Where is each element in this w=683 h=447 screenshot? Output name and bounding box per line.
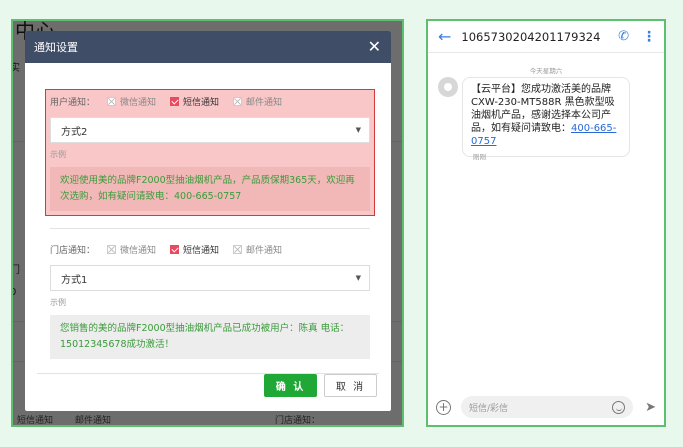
select-value: 方式1 xyxy=(61,274,88,286)
select-value: 方式2 xyxy=(61,126,88,138)
user-template-select[interactable]: 方式2 ▼ xyxy=(50,117,370,143)
back-arrow-icon[interactable]: ← xyxy=(438,27,451,46)
emoji-icon[interactable] xyxy=(612,400,626,414)
chevron-down-icon: ▼ xyxy=(355,274,361,282)
email-checkbox[interactable] xyxy=(233,245,243,254)
user-sms-option[interactable]: 短信通知 xyxy=(170,95,219,108)
more-vertical-icon[interactable]: ⋮ xyxy=(642,29,656,45)
store-wechat-option[interactable]: 微信通知 xyxy=(107,243,156,256)
send-icon[interactable]: ➤ xyxy=(645,400,656,415)
sms-checkbox[interactable] xyxy=(170,245,180,254)
notification-settings-dialog: 通知设置 ✕ 用户通知： 微信通知 短信通知 邮件通知 方式2 ▼ 示例 欢迎使… xyxy=(25,31,391,411)
store-notification-row: 门店通知： 微信通知 短信通知 邮件通知 xyxy=(50,243,370,256)
dialog-title: 通知设置 xyxy=(34,41,78,54)
store-template-select[interactable]: 方式1 ▼ xyxy=(50,265,370,291)
user-example-message: 欢迎使用美的品牌F2000型抽油烟机产品，产品质保期365天，欢迎再次选购，如有… xyxy=(50,167,370,211)
input-placeholder: 短信/彩信 xyxy=(469,403,509,414)
option-label: 邮件通知 xyxy=(246,98,283,108)
user-email-option[interactable]: 邮件通知 xyxy=(233,95,282,108)
dialog-footer: 确 认 取 消 xyxy=(264,374,377,397)
cancel-button[interactable]: 取 消 xyxy=(324,374,377,397)
message-bubble[interactable]: 【云平台】您成功激活美的品牌CXW-230-MT588R 黑色款型吸油烟机产品，… xyxy=(462,77,630,157)
message-time: 刚刚 xyxy=(473,153,486,161)
example-label: 示例 xyxy=(50,150,66,159)
add-icon[interactable]: + xyxy=(436,399,451,415)
wechat-checkbox[interactable] xyxy=(107,245,117,254)
sender-number: 1065730204201179324 xyxy=(461,29,601,44)
message-date: 今天星期六 xyxy=(529,67,563,75)
sms-input[interactable]: 短信/彩信 xyxy=(461,396,634,418)
store-notification-label: 门店通知： xyxy=(50,246,96,256)
user-notification-section: 用户通知： 微信通知 短信通知 邮件通知 方式2 ▼ 示例 欢迎使用美的品牌F2… xyxy=(45,89,375,216)
option-label: 短信通知 xyxy=(183,98,220,108)
option-label: 短信通知 xyxy=(183,246,220,256)
user-notification-row: 用户通知： 微信通知 短信通知 邮件通知 xyxy=(50,95,370,108)
person-icon xyxy=(444,83,452,91)
example-label: 示例 xyxy=(50,298,66,307)
message-row: 【云平台】您成功激活美的品牌CXW-230-MT588R 黑色款型吸油烟机产品，… xyxy=(438,77,630,157)
chevron-down-icon: ▼ xyxy=(355,126,361,134)
store-sms-option[interactable]: 短信通知 xyxy=(170,243,219,256)
user-notification-label: 用户通知： xyxy=(50,98,96,108)
admin-screenshot-panel: 中心 实 门 0 短信通知 邮件通知 门店通知： 通知设置 ✕ 用户通知： 微信… xyxy=(11,19,404,427)
option-label: 微信通知 xyxy=(120,98,157,108)
email-checkbox[interactable] xyxy=(233,97,243,106)
sms-checkbox[interactable] xyxy=(170,97,180,106)
background-bottom-row: 短信通知 邮件通知 门店通知： xyxy=(13,413,402,425)
store-example-message: 您销售的美的品牌F2000型抽油烟机产品已成功被用户：陈真 电话：1501234… xyxy=(50,315,370,359)
confirm-button[interactable]: 确 认 xyxy=(264,374,317,397)
dialog-header: 通知设置 ✕ xyxy=(25,31,391,63)
store-notification-section: 门店通知： 微信通知 短信通知 邮件通知 方式1 ▼ 示例 您销售的美的品牌F2… xyxy=(50,243,370,359)
background-bottom-text: 邮件通知 xyxy=(75,416,112,426)
section-divider xyxy=(50,228,370,229)
phone-icon[interactable]: ✆ xyxy=(618,29,629,44)
user-wechat-option[interactable]: 微信通知 xyxy=(107,95,156,108)
sms-header: ← 1065730204201179324 ✆ ⋮ xyxy=(428,21,664,53)
background-bottom-text: 短信通知 xyxy=(17,416,54,426)
wechat-checkbox[interactable] xyxy=(107,97,117,106)
close-icon[interactable]: ✕ xyxy=(368,39,381,55)
avatar[interactable] xyxy=(438,77,458,97)
option-label: 邮件通知 xyxy=(246,246,283,256)
background-bottom-text: 门店通知： xyxy=(275,416,321,426)
option-label: 微信通知 xyxy=(120,246,157,256)
store-email-option[interactable]: 邮件通知 xyxy=(233,243,282,256)
phone-sms-panel: ← 1065730204201179324 ✆ ⋮ 今天星期六 【云平台】您成功… xyxy=(426,19,666,427)
sms-input-bar: + 短信/彩信 ➤ xyxy=(428,389,664,425)
